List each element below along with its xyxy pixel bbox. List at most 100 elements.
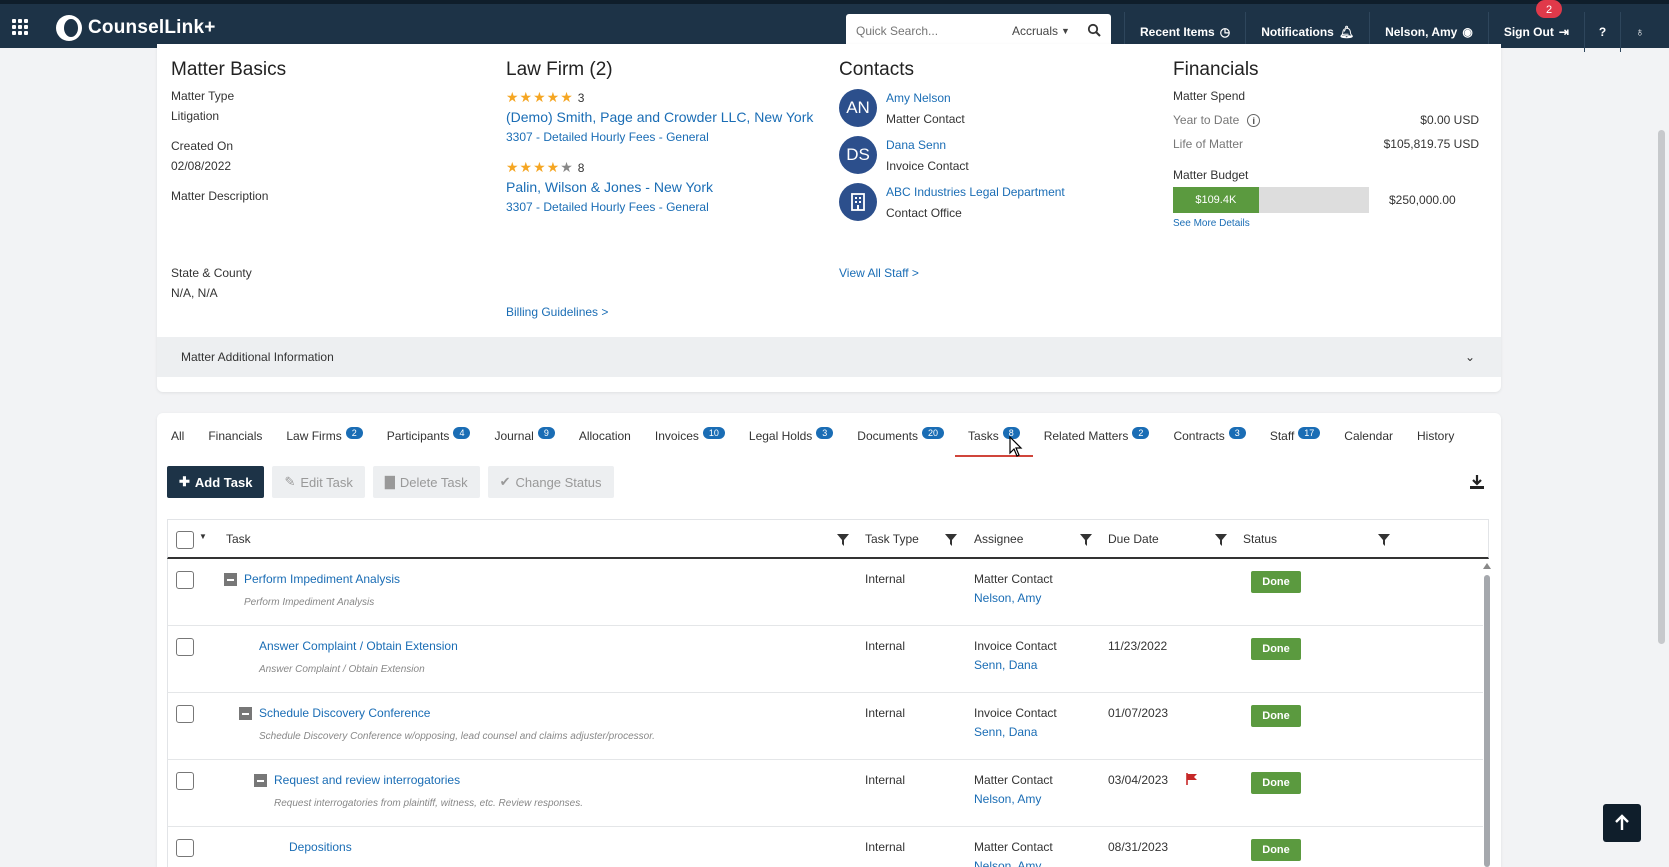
tab-contracts[interactable]: Contracts 3	[1173, 413, 1246, 459]
lightbulb-icon[interactable]: ♁	[1620, 12, 1658, 52]
tab-financials[interactable]: Financials	[208, 413, 262, 459]
task-title-link[interactable]: Schedule Discovery Conference	[259, 706, 430, 720]
tab-documents[interactable]: Documents 20	[857, 413, 945, 459]
matter-type-label: Matter Type	[171, 89, 235, 103]
pencil-icon: ✎	[284, 474, 296, 489]
page-scrollbar[interactable]	[1654, 52, 1669, 867]
filter-icon[interactable]	[837, 534, 849, 546]
contact-name-link[interactable]: Dana Senn	[886, 138, 969, 152]
collapse-icon[interactable]	[254, 774, 267, 787]
task-title-link[interactable]: Answer Complaint / Obtain Extension	[259, 639, 458, 653]
filter-icon[interactable]	[1080, 534, 1092, 546]
task-title-link[interactable]: Depositions	[289, 840, 352, 854]
tab-participants[interactable]: Participants 4	[387, 413, 471, 459]
status-badge[interactable]: Done	[1251, 839, 1301, 861]
header-due-date[interactable]: Due Date	[1108, 532, 1159, 546]
page-scrollbar-thumb[interactable]	[1658, 130, 1665, 644]
scroll-up-arrow-icon[interactable]	[1483, 563, 1491, 569]
task-type: Internal	[865, 840, 906, 854]
contact-name-link[interactable]: Amy Nelson	[886, 91, 965, 105]
tab-label: Documents	[857, 429, 918, 443]
tab-journal[interactable]: Journal 9	[494, 413, 555, 459]
tab-law-firms[interactable]: Law Firms 2	[286, 413, 363, 459]
delete-task-label: Delete Task	[399, 474, 468, 490]
status-badge[interactable]: Done	[1251, 638, 1301, 660]
row-checkbox[interactable]	[176, 839, 194, 857]
budget-progress-fill: $109.4K	[1173, 187, 1259, 213]
collapse-icon[interactable]	[239, 707, 252, 720]
search-scope-label: Accruals	[1012, 24, 1059, 38]
app-logo[interactable]: CounselLink+	[56, 14, 216, 42]
law-firm-name-link[interactable]: (Demo) Smith, Page and Crowder LLC, New …	[506, 109, 813, 125]
task-description: Answer Complaint / Obtain Extension	[259, 664, 425, 675]
tab-calendar[interactable]: Calendar	[1344, 413, 1393, 459]
search-icon[interactable]	[1087, 23, 1101, 37]
task-title-link[interactable]: Perform Impediment Analysis	[244, 572, 400, 586]
tab-label: Invoices	[654, 429, 699, 443]
matter-summary-card: Matter Basics Matter Type Litigation Cre…	[157, 44, 1501, 392]
row-checkbox[interactable]	[176, 772, 194, 790]
filter-icon[interactable]	[1378, 534, 1390, 546]
tab-related-matters[interactable]: Related Matters 2	[1044, 413, 1150, 459]
table-scrollbar[interactable]	[1483, 563, 1491, 867]
sign-out-button[interactable]: Sign Out ⇥	[1487, 12, 1584, 52]
tab-staff[interactable]: Staff 17	[1270, 413, 1321, 459]
view-all-staff-link[interactable]: View All Staff >	[839, 266, 1065, 280]
status-badge[interactable]: Done	[1251, 571, 1301, 593]
assignee-name-link[interactable]: Senn, Dana	[974, 725, 1037, 739]
filter-icon[interactable]	[1215, 534, 1227, 546]
budget-progress-bar: $109.4K	[1173, 187, 1369, 213]
see-more-details-link[interactable]: See More Details	[1173, 218, 1479, 229]
edit-task-button[interactable]: ✎ Edit Task	[272, 466, 365, 498]
select-menu-chevron-icon[interactable]: ▼	[199, 532, 207, 541]
quick-search-input[interactable]	[856, 24, 1006, 38]
chevron-down-icon: ▼	[1061, 26, 1070, 36]
tab-legal-holds[interactable]: Legal Holds 3	[749, 413, 834, 459]
info-icon[interactable]: i	[1247, 114, 1261, 127]
edit-task-label: Edit Task	[300, 474, 353, 490]
matter-type-value: Litigation	[171, 109, 220, 123]
assignee-name-link[interactable]: Nelson, Amy	[974, 859, 1041, 867]
assignee-name-link[interactable]: Nelson, Amy	[974, 792, 1041, 806]
tab-invoices[interactable]: Invoices 10	[655, 413, 725, 459]
delete-task-button[interactable]: ▇ Delete Task	[372, 466, 480, 498]
law-firm-name-link[interactable]: Palin, Wilson & Jones - New York	[506, 179, 813, 195]
task-title-link[interactable]: Request and review interrogatories	[274, 773, 460, 787]
logo-mark-icon	[56, 15, 82, 41]
table-scrollbar-thumb[interactable]	[1484, 575, 1490, 867]
contact-name-link[interactable]: ABC Industries Legal Department	[886, 185, 1065, 199]
assignee-name-link[interactable]: Nelson, Amy	[974, 591, 1041, 605]
tab-history[interactable]: History	[1417, 413, 1454, 459]
help-icon[interactable]: ?	[1583, 12, 1620, 52]
search-scope-dropdown[interactable]: Accruals ▼	[1012, 24, 1070, 38]
law-firm-fee-link[interactable]: 3307 - Detailed Hourly Fees - General	[506, 130, 813, 144]
tab-count-badge: 3	[816, 427, 834, 439]
tab-allocation[interactable]: Allocation	[579, 413, 631, 459]
header-task-type[interactable]: Task Type	[865, 532, 919, 546]
header-assignee[interactable]: Assignee	[974, 532, 1023, 546]
trash-icon: ▇	[384, 474, 395, 489]
row-checkbox[interactable]	[176, 571, 194, 589]
status-badge[interactable]: Done	[1251, 705, 1301, 727]
assignee-name-link[interactable]: Senn, Dana	[974, 658, 1037, 672]
tab-count-badge: 10	[702, 427, 725, 439]
recent-items-label: Recent Items	[1140, 25, 1215, 39]
back-to-top-button[interactable]	[1603, 804, 1641, 842]
download-icon[interactable]	[1469, 474, 1485, 490]
select-all-checkbox[interactable]	[176, 531, 194, 549]
collapse-icon[interactable]	[224, 573, 237, 586]
status-badge[interactable]: Done	[1251, 772, 1301, 794]
filter-icon[interactable]	[945, 534, 957, 546]
add-task-button[interactable]: ✚ Add Task	[167, 466, 265, 498]
header-task[interactable]: Task	[226, 532, 251, 546]
billing-guidelines-link[interactable]: Billing Guidelines >	[506, 305, 813, 319]
row-checkbox[interactable]	[176, 705, 194, 723]
contact-role: Contact Office	[886, 205, 962, 220]
change-status-button[interactable]: ✔ Change Status	[487, 466, 614, 498]
matter-additional-info-toggle[interactable]: Matter Additional Information ⌄	[157, 337, 1501, 377]
header-status[interactable]: Status	[1243, 532, 1277, 546]
app-grid-icon[interactable]	[12, 19, 28, 35]
tab-all[interactable]: All	[171, 413, 184, 459]
row-checkbox[interactable]	[176, 638, 194, 656]
law-firm-fee-link[interactable]: 3307 - Detailed Hourly Fees - General	[506, 200, 813, 214]
